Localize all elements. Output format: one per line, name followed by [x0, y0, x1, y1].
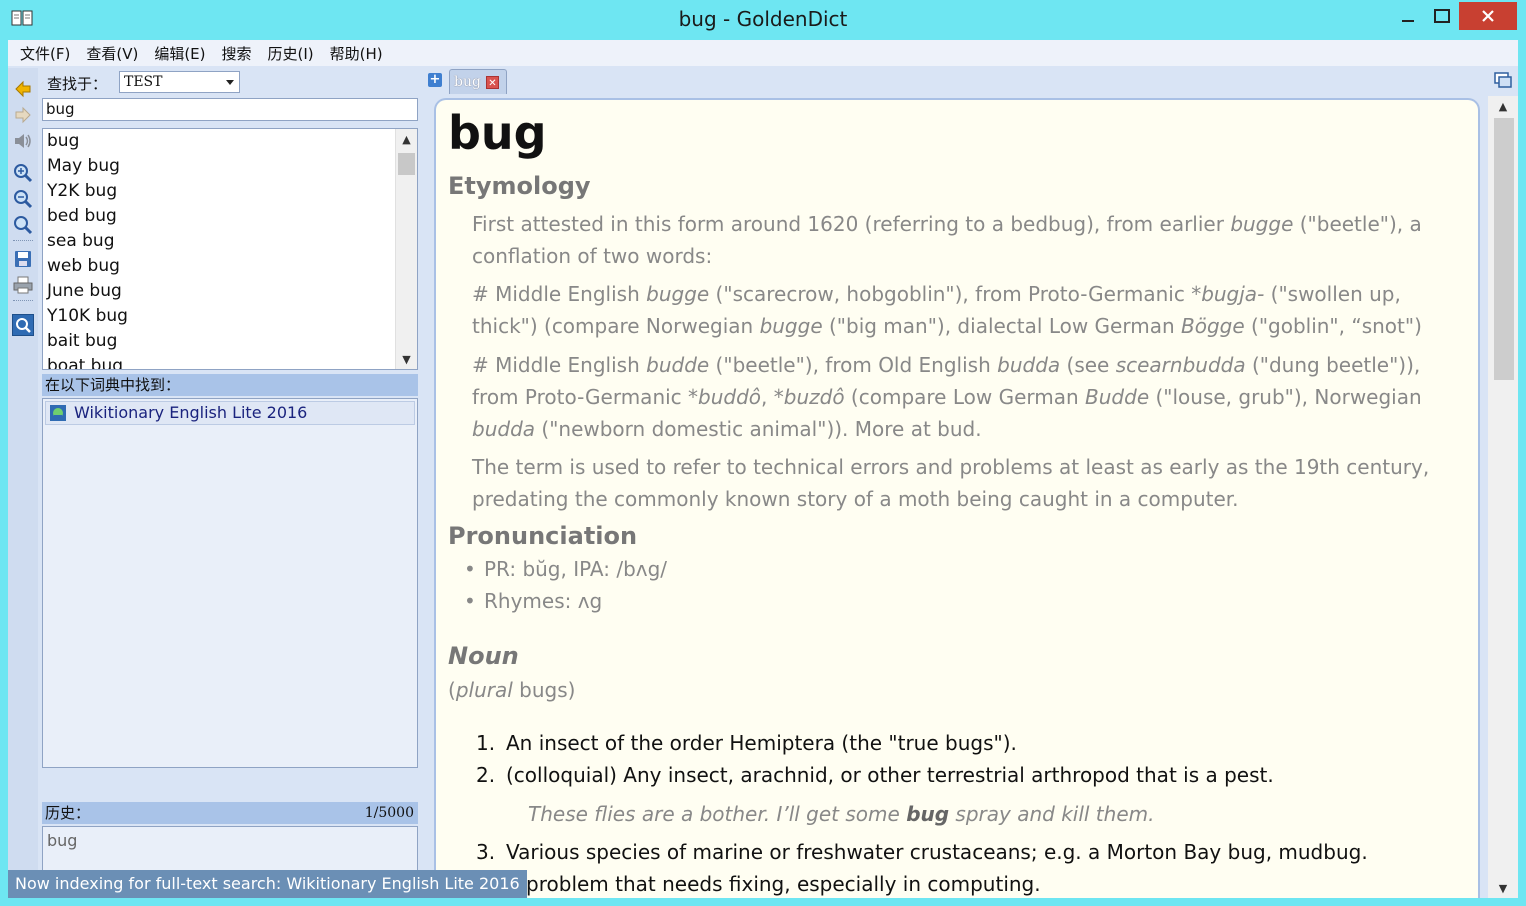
scroll-down-icon[interactable]: ▼ [396, 349, 417, 369]
scroll-thumb[interactable] [398, 153, 415, 175]
zoom-reset-button[interactable] [12, 214, 34, 236]
title-bar: bug - GoldenDict [0, 0, 1526, 40]
minimize-icon [1402, 20, 1414, 22]
menu-search[interactable]: 搜索 [214, 43, 260, 64]
tab-bar: + bug ✕ [422, 68, 1518, 94]
etymology-heading: Etymology [448, 172, 591, 200]
history-item[interactable]: bug [47, 831, 77, 850]
definition-item: 2. (colloquial) Any insect, arachnid, or … [476, 763, 1274, 787]
wiktionary-icon [50, 405, 66, 421]
menu-edit[interactable]: 编辑(E) [146, 43, 213, 64]
save-button[interactable] [12, 248, 34, 270]
zoom-normal-icon [14, 216, 33, 235]
zoom-in-icon [14, 164, 33, 183]
list-item[interactable]: bug [47, 129, 392, 154]
back-button[interactable] [12, 78, 34, 100]
found-in-header: 在以下词典中找到： [42, 374, 418, 396]
status-message: Now indexing for full-text search: Wikit… [8, 870, 527, 898]
etymology-paragraph: # Middle English bugge ("scarecrow, hobg… [472, 282, 1422, 338]
list-item[interactable]: bait bug [47, 329, 392, 354]
group-select-value: TEST [124, 74, 163, 90]
tabs-list-icon[interactable] [1494, 72, 1512, 88]
pronunciation-item: Rhymes: ʌg [464, 589, 602, 613]
found-in-title: 在以下词典中找到： [45, 376, 181, 394]
etymology-paragraph: The term is used to refer to technical e… [472, 455, 1430, 511]
zoom-out-button[interactable] [12, 188, 34, 210]
print-button[interactable] [12, 274, 34, 296]
main-window: 文件(F) 查看(V) 编辑(E) 搜索 历史(I) 帮助(H) 查找于： TE… [8, 40, 1518, 898]
found-in-list: Wikitionary English Lite 2016 [42, 398, 418, 768]
article-scrollbar[interactable]: ▲ ▼ [1488, 96, 1518, 898]
usage-example: These flies are a bother. I’ll get some … [528, 802, 1155, 826]
search-input[interactable]: bug [42, 98, 418, 121]
window-title: bug - GoldenDict [678, 7, 848, 31]
word-list[interactable]: bug May bug Y2K bug bed bug sea bug web … [42, 128, 418, 370]
scroll-down-icon[interactable]: ▼ [1488, 878, 1518, 898]
scroll-up-icon[interactable]: ▲ [1488, 96, 1518, 116]
forward-arrow-icon [15, 106, 31, 124]
zoom-in-button[interactable] [12, 162, 34, 184]
plural-form: (plural bugs) [448, 678, 576, 702]
maximize-button[interactable] [1427, 2, 1457, 30]
history-counter: 1/5000 [364, 805, 414, 821]
maximize-icon [1434, 9, 1450, 23]
dropdown-arrow-icon [226, 80, 234, 85]
left-toolbar [8, 68, 38, 898]
article-content[interactable]: bug Etymology First attested in this for… [434, 98, 1480, 898]
scroll-up-icon[interactable]: ▲ [396, 129, 417, 149]
speaker-icon [15, 134, 31, 148]
definition-item: A problem that needs fixing, especially … [506, 872, 1041, 896]
menu-file[interactable]: 文件(F) [12, 43, 78, 64]
scan-popup-button[interactable] [12, 314, 34, 336]
dictionary-item[interactable]: Wikitionary English Lite 2016 [45, 401, 415, 425]
pronounce-button[interactable] [12, 130, 34, 152]
back-arrow-icon [15, 80, 31, 98]
menu-help[interactable]: 帮助(H) [322, 43, 391, 64]
list-item[interactable]: bed bug [47, 204, 392, 229]
minimize-button[interactable] [1393, 2, 1423, 30]
plus-icon: + [429, 72, 441, 87]
close-button[interactable] [1459, 2, 1517, 30]
etymology-paragraph: First attested in this form around 1620 … [472, 212, 1422, 268]
scan-popup-icon [16, 318, 31, 333]
word-list-scrollbar[interactable]: ▲ ▼ [395, 129, 417, 369]
tab-close-icon[interactable]: ✕ [486, 76, 499, 89]
menu-history[interactable]: 历史(I) [260, 43, 322, 64]
menu-bar: 文件(F) 查看(V) 编辑(E) 搜索 历史(I) 帮助(H) [8, 40, 1518, 66]
find-in-label: 查找于： [47, 75, 108, 93]
pos-heading: Noun [448, 642, 519, 670]
zoom-out-icon [14, 190, 33, 209]
definition-item: 1. An insect of the order Hemiptera (the … [476, 731, 1017, 755]
new-tab-button[interactable]: + [428, 73, 442, 87]
pronunciation-heading: Pronunciation [448, 522, 638, 550]
definition-item: 3. Various species of marine or freshwate… [476, 840, 1368, 864]
toolbar-separator [13, 240, 33, 241]
list-item[interactable]: June bug [47, 279, 392, 304]
list-item[interactable]: Y10K bug [47, 304, 392, 329]
list-item[interactable]: May bug [47, 154, 392, 179]
dictionary-name: Wikitionary English Lite 2016 [74, 403, 308, 422]
history-header: 历史： 1/5000 [42, 802, 418, 824]
menu-view[interactable]: 查看(V) [78, 43, 146, 64]
scroll-thumb[interactable] [1494, 118, 1514, 380]
pronunciation-item: PR: bŭg, IPA: /bʌg/ [464, 557, 667, 581]
list-item[interactable]: Y2K bug [47, 179, 392, 204]
headword: bug [448, 106, 547, 160]
toolbar-separator [13, 300, 33, 301]
dictionary-group-select[interactable]: TEST [119, 71, 240, 93]
close-icon [1482, 10, 1494, 22]
list-item[interactable]: sea bug [47, 229, 392, 254]
tab-bug[interactable]: bug ✕ [449, 69, 507, 94]
tab-label: bug [454, 74, 481, 90]
article-view: bug Etymology First attested in this for… [422, 96, 1518, 898]
save-icon [15, 251, 31, 267]
printer-icon [13, 276, 33, 294]
history-title: 历史： [45, 804, 91, 822]
forward-button[interactable] [12, 104, 34, 126]
etymology-paragraph: # Middle English budde ("beetle"), from … [472, 353, 1422, 441]
list-item[interactable]: web bug [47, 254, 392, 279]
list-item[interactable]: boat bug [47, 354, 392, 369]
search-pane: 查找于： TEST bug bug May bug Y2K bug bed bu… [40, 68, 420, 898]
